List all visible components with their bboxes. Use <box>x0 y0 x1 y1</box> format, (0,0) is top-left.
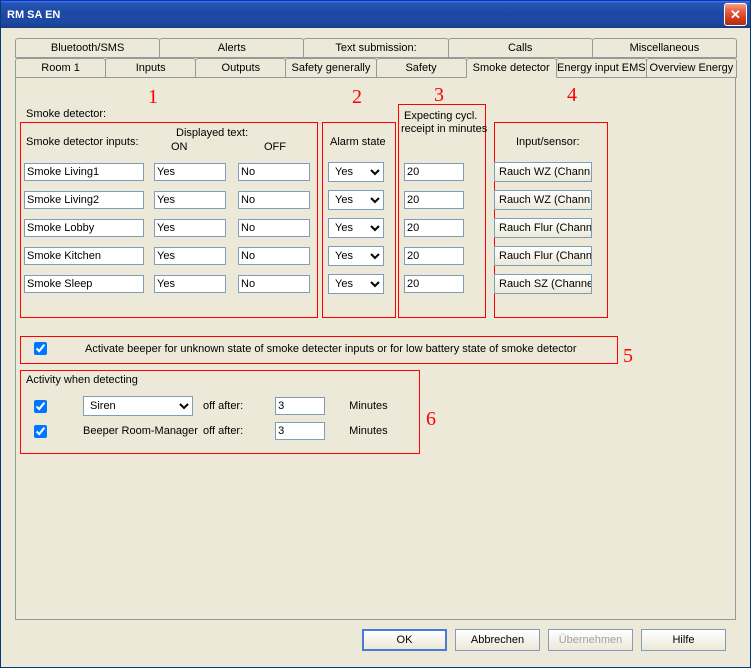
annotation-5: 5 <box>623 345 633 368</box>
detector-off-input[interactable] <box>238 247 310 265</box>
annotation-1: 1 <box>148 86 158 109</box>
detector-alarm-select[interactable]: Yes <box>328 274 384 294</box>
tab-miscellaneous[interactable]: Miscellaneous <box>592 38 737 58</box>
detector-on-input[interactable] <box>154 247 226 265</box>
apply-button[interactable]: Übernehmen <box>548 629 633 651</box>
detector-cycl-input[interactable] <box>404 191 464 209</box>
header-cycl-line2: receipt in minutes <box>401 123 487 135</box>
activate-beeper-checkbox[interactable] <box>34 342 47 355</box>
detector-sensor-button[interactable]: Rauch SZ (Channel <box>494 274 592 294</box>
tab-outputs[interactable]: Outputs <box>195 58 286 78</box>
tab-safety-generally[interactable]: Safety generally <box>285 58 376 78</box>
activity-siren-minutes: Minutes <box>349 400 388 412</box>
header-on: ON <box>171 141 188 153</box>
detector-row: Yes Rauch WZ (Chann <box>24 162 592 182</box>
detector-cycl-input[interactable] <box>404 219 464 237</box>
detector-off-input[interactable] <box>238 191 310 209</box>
cancel-button[interactable]: Abbrechen <box>455 629 540 651</box>
detector-name-input[interactable] <box>24 163 144 181</box>
annotation-2: 2 <box>352 86 362 109</box>
detector-row: Yes Rauch WZ (Chann <box>24 190 592 210</box>
activity-title: Activity when detecting <box>26 374 138 386</box>
activity-brm-checkbox[interactable] <box>34 425 47 438</box>
detector-row: Yes Rauch Flur (Channe <box>24 246 592 266</box>
detector-sensor-button[interactable]: Rauch Flur (Channe <box>494 218 592 238</box>
activity-brm-label: Beeper Room-Manager <box>83 425 193 437</box>
main-window: RM SA EN ✕ Bluetooth/SMSAlertsText submi… <box>0 0 751 668</box>
annotation-6: 6 <box>426 408 436 431</box>
tab-safety[interactable]: Safety <box>376 58 467 78</box>
detector-on-input[interactable] <box>154 275 226 293</box>
detector-cycl-input[interactable] <box>404 275 464 293</box>
detector-name-input[interactable] <box>24 275 144 293</box>
detector-sensor-button[interactable]: Rauch Flur (Channe <box>494 246 592 266</box>
tab-room-1[interactable]: Room 1 <box>15 58 106 78</box>
detector-row: Yes Rauch Flur (Channe <box>24 218 592 238</box>
detector-row: Yes Rauch SZ (Channel <box>24 274 592 294</box>
detector-sensor-button[interactable]: Rauch WZ (Chann <box>494 162 592 182</box>
detector-name-input[interactable] <box>24 191 144 209</box>
close-icon[interactable]: ✕ <box>724 3 747 26</box>
activity-siren-checkbox[interactable] <box>34 400 47 413</box>
activity-brm-offafter: off after: <box>203 425 243 437</box>
activity-siren-value[interactable] <box>275 397 325 415</box>
activity-siren-select[interactable]: Siren <box>83 396 193 416</box>
tab-overview-energy[interactable]: Overview Energy <box>646 58 737 78</box>
tab-smoke-detector[interactable]: Smoke detector <box>466 58 557 78</box>
detector-alarm-select[interactable]: Yes <box>328 246 384 266</box>
window-title: RM SA EN <box>7 9 60 21</box>
header-inputs: Smoke detector inputs: <box>26 136 139 148</box>
detector-alarm-select[interactable]: Yes <box>328 218 384 238</box>
activity-brm-minutes: Minutes <box>349 425 388 437</box>
detector-cycl-input[interactable] <box>404 163 464 181</box>
annotation-3: 3 <box>434 84 444 107</box>
tab-text-submission-[interactable]: Text submission: <box>303 38 448 58</box>
dialog-button-bar: OK Abbrechen Übernehmen Hilfe <box>11 621 740 659</box>
client-area: Bluetooth/SMSAlertsText submission:Calls… <box>1 28 750 667</box>
detector-on-input[interactable] <box>154 219 226 237</box>
activity-brm-value[interactable] <box>275 422 325 440</box>
tab-strip: Bluetooth/SMSAlertsText submission:Calls… <box>15 38 736 78</box>
header-displayed-text: Displayed text: <box>176 127 248 139</box>
detector-alarm-select[interactable]: Yes <box>328 162 384 182</box>
header-cycl-line1: Expecting cycl. <box>404 110 477 122</box>
help-button[interactable]: Hilfe <box>641 629 726 651</box>
section-title: Smoke detector: <box>26 108 106 120</box>
detector-off-input[interactable] <box>238 275 310 293</box>
ok-button[interactable]: OK <box>362 629 447 651</box>
detector-alarm-select[interactable]: Yes <box>328 190 384 210</box>
tab-page-smoke-detector: 1 2 3 4 5 6 Smoke detector: Smoke detect… <box>15 77 736 620</box>
tab-alerts[interactable]: Alerts <box>159 38 304 58</box>
detector-off-input[interactable] <box>238 163 310 181</box>
titlebar: RM SA EN ✕ <box>1 0 750 28</box>
detector-off-input[interactable] <box>238 219 310 237</box>
detector-on-input[interactable] <box>154 191 226 209</box>
detector-cycl-input[interactable] <box>404 247 464 265</box>
activity-siren-offafter: off after: <box>203 400 243 412</box>
tab-inputs[interactable]: Inputs <box>105 58 196 78</box>
detector-name-input[interactable] <box>24 247 144 265</box>
activate-beeper-label: Activate beeper for unknown state of smo… <box>85 343 577 355</box>
tab-bluetooth-sms[interactable]: Bluetooth/SMS <box>15 38 160 58</box>
detector-sensor-button[interactable]: Rauch WZ (Chann <box>494 190 592 210</box>
detector-on-input[interactable] <box>154 163 226 181</box>
tab-calls[interactable]: Calls <box>448 38 593 58</box>
header-alarm-state: Alarm state <box>330 136 386 148</box>
header-off: OFF <box>264 141 286 153</box>
tab-energy-input-ems[interactable]: Energy input EMS <box>556 58 647 78</box>
annotation-4: 4 <box>567 84 577 107</box>
header-input-sensor: Input/sensor: <box>516 136 580 148</box>
detector-name-input[interactable] <box>24 219 144 237</box>
